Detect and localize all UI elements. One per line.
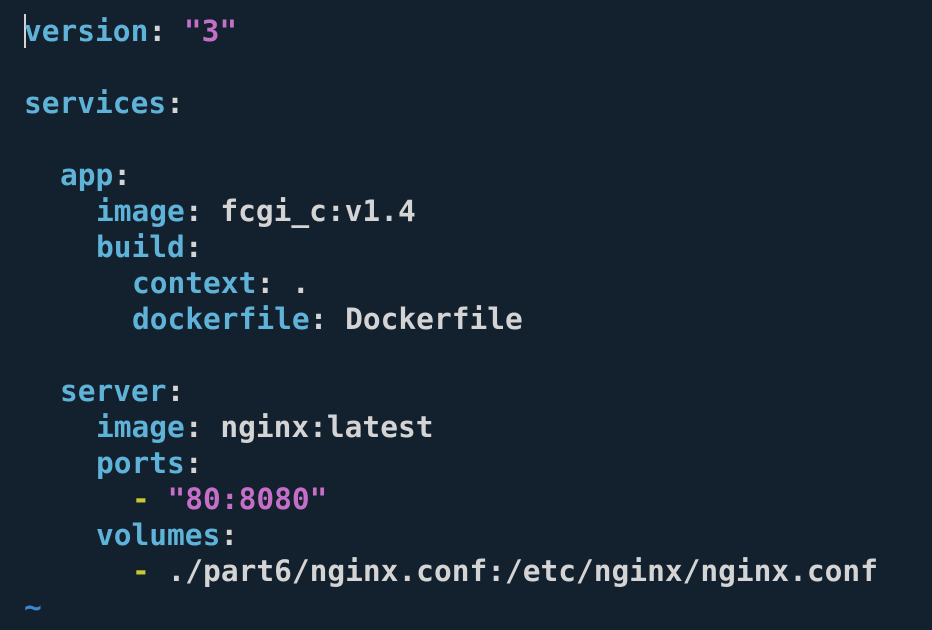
colon: :	[184, 446, 203, 480]
empty-line-tilde: ~	[24, 589, 42, 625]
code-line-volume-item: - ./part6/nginx.conf:/etc/nginx/nginx.co…	[24, 553, 878, 589]
colon: :	[148, 14, 167, 48]
code-line-app: app:	[24, 157, 131, 193]
colon: :	[220, 518, 239, 552]
colon: :	[166, 374, 185, 408]
tilde-marker: ~	[24, 590, 42, 624]
yaml-key: version	[24, 14, 149, 48]
yaml-key: services	[24, 86, 167, 120]
code-line-services: services:	[24, 85, 184, 121]
yaml-key: image	[96, 410, 185, 444]
colon: :	[184, 194, 203, 228]
yaml-key: ports	[96, 446, 185, 480]
code-line-server: server:	[24, 373, 184, 409]
yaml-key: server	[60, 374, 167, 408]
code-line-context: context: .	[24, 265, 310, 301]
code-line-volumes: volumes:	[24, 517, 238, 553]
yaml-key: image	[96, 194, 185, 228]
yaml-key: volumes	[96, 518, 221, 552]
yaml-value: ./part6/nginx.conf:/etc/nginx/nginx.conf	[167, 554, 878, 588]
yaml-string-value: "80:8080"	[167, 482, 328, 516]
colon: :	[309, 302, 328, 336]
code-line-ports: ports:	[24, 445, 203, 481]
yaml-string-value: "3"	[183, 14, 238, 48]
code-line-server-image: image: nginx:latest	[24, 409, 433, 445]
yaml-key: context	[132, 266, 257, 300]
yaml-value: fcgi_c:v1.4	[220, 194, 416, 228]
code-editor[interactable]: version: "3" services: app: image: fcgi_…	[0, 0, 932, 630]
code-line-build: build:	[24, 229, 203, 265]
yaml-key: build	[96, 230, 185, 264]
colon: :	[113, 158, 132, 192]
code-line-app-image: image: fcgi_c:v1.4	[24, 193, 416, 229]
colon: :	[184, 230, 203, 264]
list-dash: -	[132, 554, 150, 588]
yaml-key: app	[60, 158, 114, 192]
colon: :	[256, 266, 275, 300]
code-line-version: version: "3"	[24, 13, 237, 49]
yaml-value: nginx:latest	[220, 410, 434, 444]
yaml-value: .	[291, 266, 310, 300]
colon: :	[166, 86, 184, 120]
colon: :	[184, 410, 203, 444]
code-line-dockerfile: dockerfile: Dockerfile	[24, 301, 523, 337]
yaml-key: dockerfile	[132, 302, 310, 336]
code-line-port-item: - "80:8080"	[24, 481, 327, 517]
yaml-value: Dockerfile	[345, 302, 523, 336]
list-dash: -	[132, 482, 150, 516]
